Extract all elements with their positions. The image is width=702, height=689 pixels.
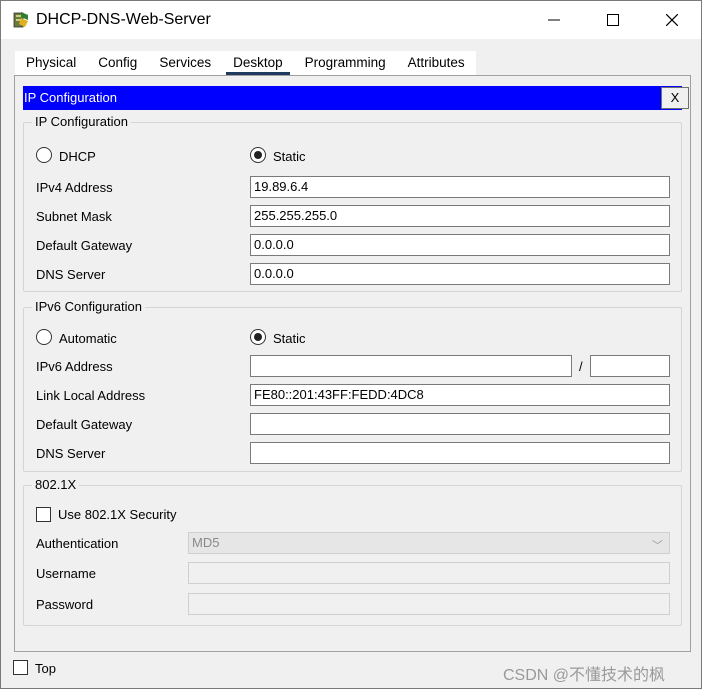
ipv4-config-group: IP Configuration DHCP Static IPv4 Addres…	[23, 114, 682, 292]
username-label: Username	[36, 566, 96, 581]
ipv4-static-label: Static	[273, 149, 306, 164]
password-input[interactable]	[188, 593, 670, 615]
ipv4-address-label: IPv4 Address	[36, 180, 113, 195]
ipv4-dns-label: DNS Server	[36, 267, 106, 282]
desktop-content: IP Configuration X IP Configuration DHCP…	[14, 75, 691, 652]
ip-config-close-button[interactable]: X	[661, 87, 689, 109]
subnet-mask-label: Subnet Mask	[36, 209, 112, 224]
ipv6-static-radio[interactable]	[250, 329, 266, 345]
subnet-mask-input[interactable]: 255.255.255.0	[250, 205, 670, 227]
link-local-label: Link Local Address	[36, 388, 146, 403]
close-button[interactable]	[643, 1, 701, 39]
minimize-icon	[548, 19, 560, 21]
dhcp-label: DHCP	[59, 149, 96, 164]
tab-bar: Physical Config Services Desktop Program…	[15, 51, 476, 75]
close-icon	[666, 14, 678, 26]
dhcp-radio[interactable]	[36, 147, 52, 163]
ipv6-config-legend: IPv6 Configuration	[32, 299, 145, 315]
ip-config-header: IP Configuration X	[23, 86, 689, 110]
password-label: Password	[36, 597, 94, 612]
window-title: DHCP-DNS-Web-Server	[36, 11, 211, 28]
ipv4-address-input[interactable]: 19.89.6.4	[250, 176, 670, 198]
authentication-label: Authentication	[36, 536, 119, 551]
authentication-value: MD5	[192, 535, 220, 550]
tab-programming[interactable]: Programming	[294, 51, 397, 75]
csdn-watermark: CSDN @不懂技术的枫	[503, 667, 666, 684]
top-label: Top	[35, 661, 56, 676]
ipv6-static-label: Static	[273, 331, 306, 346]
use-8021x-checkbox[interactable]	[36, 507, 51, 522]
ipv6-dns-input[interactable]	[250, 442, 670, 464]
ip-config-title: IP Configuration	[24, 90, 117, 105]
ipv4-dns-input[interactable]: 0.0.0.0	[250, 263, 670, 285]
ipv6-gateway-label: Default Gateway	[36, 417, 133, 432]
ipv6-prefix-input[interactable]	[590, 355, 670, 377]
app-window: DHCP-DNS-Web-Server Physical Config Serv…	[0, 0, 702, 689]
link-local-input[interactable]: FE80::201:43FF:FEDD:4DC8	[250, 384, 670, 406]
tab-physical[interactable]: Physical	[15, 51, 87, 75]
ipv4-static-radio[interactable]	[250, 147, 266, 163]
chevron-down-icon: ﹀	[652, 540, 663, 552]
prefix-separator: /	[579, 359, 583, 374]
maximize-button[interactable]	[584, 1, 642, 39]
tab-config[interactable]: Config	[87, 51, 148, 75]
packet-tracer-server-icon	[13, 12, 28, 28]
dot1x-group: 802.1X Use 802.1X Security Authenticatio…	[23, 477, 682, 626]
tab-services[interactable]: Services	[148, 51, 222, 75]
ipv6-automatic-label: Automatic	[59, 331, 117, 346]
tab-attributes[interactable]: Attributes	[397, 51, 476, 75]
ipv4-gateway-label: Default Gateway	[36, 238, 133, 253]
title-bar: DHCP-DNS-Web-Server	[1, 1, 701, 39]
ipv4-gateway-input[interactable]: 0.0.0.0	[250, 234, 670, 256]
ipv6-gateway-input[interactable]	[250, 413, 670, 435]
ipv6-config-group: IPv6 Configuration Automatic Static IPv6…	[23, 299, 682, 472]
ipv6-address-input[interactable]	[250, 355, 572, 377]
authentication-select[interactable]: MD5 ﹀	[188, 532, 670, 554]
maximize-icon	[607, 14, 619, 26]
use-8021x-label: Use 802.1X Security	[58, 507, 177, 522]
dot1x-legend: 802.1X	[32, 477, 80, 493]
ipv6-automatic-radio[interactable]	[36, 329, 52, 345]
minimize-button[interactable]	[525, 1, 583, 39]
ipv4-config-legend: IP Configuration	[32, 114, 131, 130]
username-input[interactable]	[188, 562, 670, 584]
ipv6-address-label: IPv6 Address	[36, 359, 113, 374]
top-checkbox[interactable]	[13, 660, 28, 675]
tab-desktop[interactable]: Desktop	[222, 51, 294, 75]
ipv6-dns-label: DNS Server	[36, 446, 106, 461]
